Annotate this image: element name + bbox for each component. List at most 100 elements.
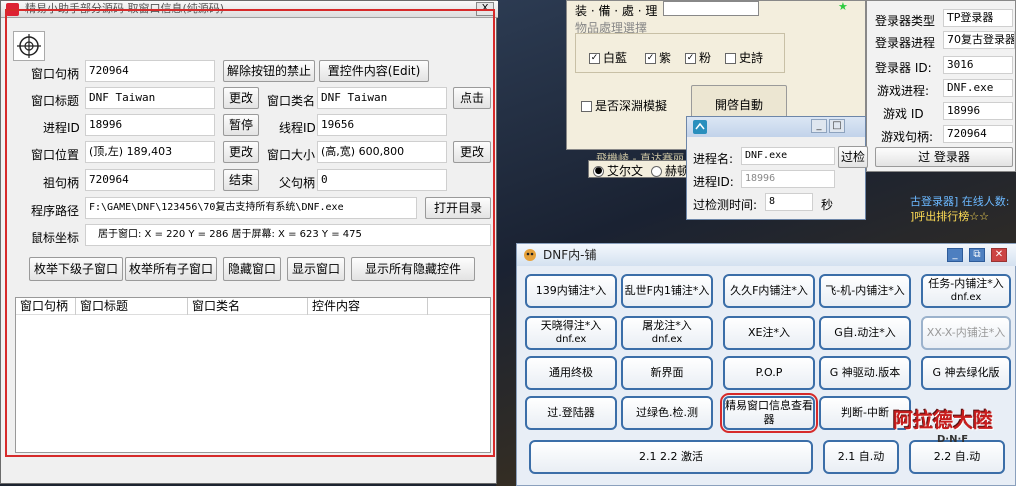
dnf-close-button[interactable]: ✕ [991,248,1007,262]
login-type-label: 登录器类型 [875,14,936,28]
login-type-select[interactable]: TP登录器 [943,9,1013,27]
radio-elvenmark[interactable]: ● 艾尔文 [593,162,643,179]
btn-luanshi[interactable]: 乱世F内1铺注*入 [621,274,713,308]
button-sublabel: dnf.ex [651,334,683,345]
btn-139[interactable]: 139内铺注*入 [525,274,617,308]
highlight-frame [5,9,495,457]
btn-window-spy[interactable]: 精易窗口信息查看器 [720,393,818,433]
btn-jiujiu[interactable]: 久久F内铺注*入 [723,274,815,308]
dnf-tool-window: DNF内-铺 _ ⧉ ✕ 139内铺注*入 乱世F内1铺注*入 久久F内铺注*入 飞-… [516,243,1016,486]
button-sublabel: dnf.ex [950,292,982,303]
button-label: 屠龙注*入 [642,319,692,332]
login-process-label: 登录器进程 [875,36,936,50]
button-label: 新界面 [650,366,684,379]
btn-new-ui[interactable]: 新界面 [621,356,713,390]
dialog-side-button[interactable]: 过检 [838,146,868,168]
btn-activate[interactable]: 2.1 2.2 激活 [529,440,813,474]
button-label: G 神驱动.版本 [829,366,901,379]
check-label: 史詩 [739,51,764,65]
radio-hendon[interactable]: 赫顿 [651,162,689,179]
game-handle-label: 游戏句柄: [881,130,934,144]
button-label: XX-X-内铺注*入 [926,326,1006,339]
dnf-logo: 阿拉德大陸 D·N·F [893,394,1013,470]
check-label: 紫 [659,51,672,65]
btn-renwu[interactable]: 任务-内铺注*入 dnf.ex [921,274,1011,308]
button-label: XE注*入 [748,326,790,339]
logo-sub: D·N·F [937,434,969,445]
game-process-field[interactable]: DNF.exe [943,79,1013,97]
dialog-unit-label: 秒 [821,198,834,212]
check-deep-sea[interactable]: 是否深淵模擬 [581,97,667,114]
item-panel-top-label: 装 · 備 · 處 · 理 [575,4,658,18]
check-label: 白藍 [603,51,628,65]
button-label: 过.登陆器 [547,406,595,419]
button-label: 通用终极 [549,366,593,379]
check-purple[interactable]: ✓ 紫 [645,49,671,66]
login-panel: 登录器类型 TP登录器 登录器进程 70复古登录器 登录器 ID: 3016 游… [866,0,1016,172]
check-epic[interactable]: 史詩 [725,49,763,66]
dialog-title-bar: _ □ [687,117,865,137]
game-id-field[interactable]: 18996 [943,102,1013,120]
btn-xe[interactable]: XE注*入 [723,316,815,350]
dialog-process-id-label: 进程ID: [693,175,734,189]
game-id-label: 游戏 ID [883,107,924,121]
window-info-tool: 精易小助手部分源码 取窗口信息(纯源码) X 窗口句柄 720964 解除按钮的… [0,0,498,484]
rank-text: ]呼出排行榜☆☆ [910,210,990,223]
dnf-restore-button[interactable]: ⧉ [969,248,985,262]
star-icons: ★ [838,0,848,13]
button-label: 2.1 自.动 [837,450,885,463]
dnf-title-bar: DNF内-铺 _ ⧉ ✕ [517,244,1016,266]
dialog-process-name-field[interactable]: DNF.exe [741,147,835,165]
btn-feiji[interactable]: 飞-机-内铺注*入 [819,274,911,308]
bypass-login-button[interactable]: 过 登录器 [875,147,1013,167]
login-id-field[interactable]: 3016 [943,56,1013,74]
login-process-select[interactable]: 70复古登录器 [943,31,1015,49]
button-label: 乱世F内1铺注*入 [624,284,710,297]
scroll-text: 古登录器] 在线人数: [910,195,1010,208]
dialog-process-id-field[interactable]: 18996 [741,170,835,188]
game-process-label: 游戏进程: [877,84,930,98]
button-label: 2.1 2.2 激活 [639,450,703,463]
btn-bypass-green-check[interactable]: 过绿色.检.测 [621,396,713,430]
dnf-title: DNF内-铺 [543,248,597,262]
dnf-app-icon [523,247,537,261]
btn-bypass-launcher[interactable]: 过.登陆器 [525,396,617,430]
dialog-process-name-label: 进程名: [693,152,734,166]
btn-xx-x[interactable]: XX-X-内铺注*入 [921,316,1011,350]
check-label: 是否深淵模擬 [595,99,668,113]
game-handle-field[interactable]: 720964 [943,125,1013,143]
btn-g-green[interactable]: G 神去绿化版 [921,356,1011,390]
button-label: 任务-内铺注*入 [928,277,1004,290]
button-label: 139内铺注*入 [535,284,607,297]
maximize-button[interactable]: □ [829,119,845,133]
minimize-button[interactable]: _ [811,119,827,133]
checkbox-icon: ✓ [589,53,600,64]
button-label: 过绿色.检.测 [636,406,698,419]
button-label: 久久F内铺注*入 [730,284,808,297]
button-label: 天晓得注*入 [540,319,602,332]
check-label: 粉 [699,51,712,65]
check-white-blue[interactable]: ✓ 白藍 [589,49,627,66]
button-label: G 神去绿化版 [932,366,1000,379]
dialog-interval-field[interactable]: 8 [765,193,813,211]
button-label: G自.动注*入 [834,326,896,339]
btn-g-driver[interactable]: G 神驱动.版本 [819,356,911,390]
dnf-minimize-button[interactable]: _ [947,248,963,262]
check-pink[interactable]: ✓ 粉 [685,49,711,66]
region-radio-group: ● 艾尔文 赫顿 [588,160,698,178]
button-sublabel: dnf.ex [555,334,587,345]
login-id-label: 登录器 ID: [875,61,932,75]
button-label: 精易窗口信息查看器 [725,399,813,426]
btn-tulong[interactable]: 屠龙注*入 dnf.ex [621,316,713,350]
btn-g-auto[interactable]: G自.动注*入 [819,316,911,350]
checkbox-icon: ✓ [645,53,656,64]
checkbox-icon [725,53,736,64]
bypass-dialog: _ □ 进程名: DNF.exe 进程ID: 18996 过检测时间: 8 秒 [686,116,866,220]
radio-label: 艾尔文 [607,164,644,178]
button-label: 判断-中断 [841,406,889,419]
btn-pop[interactable]: P.O.P [723,356,815,390]
btn-universal[interactable]: 通用终极 [525,356,617,390]
item-combo[interactable] [663,1,759,16]
btn-tianxiaode[interactable]: 天晓得注*入 dnf.ex [525,316,617,350]
btn-auto-21[interactable]: 2.1 自.动 [823,440,899,474]
